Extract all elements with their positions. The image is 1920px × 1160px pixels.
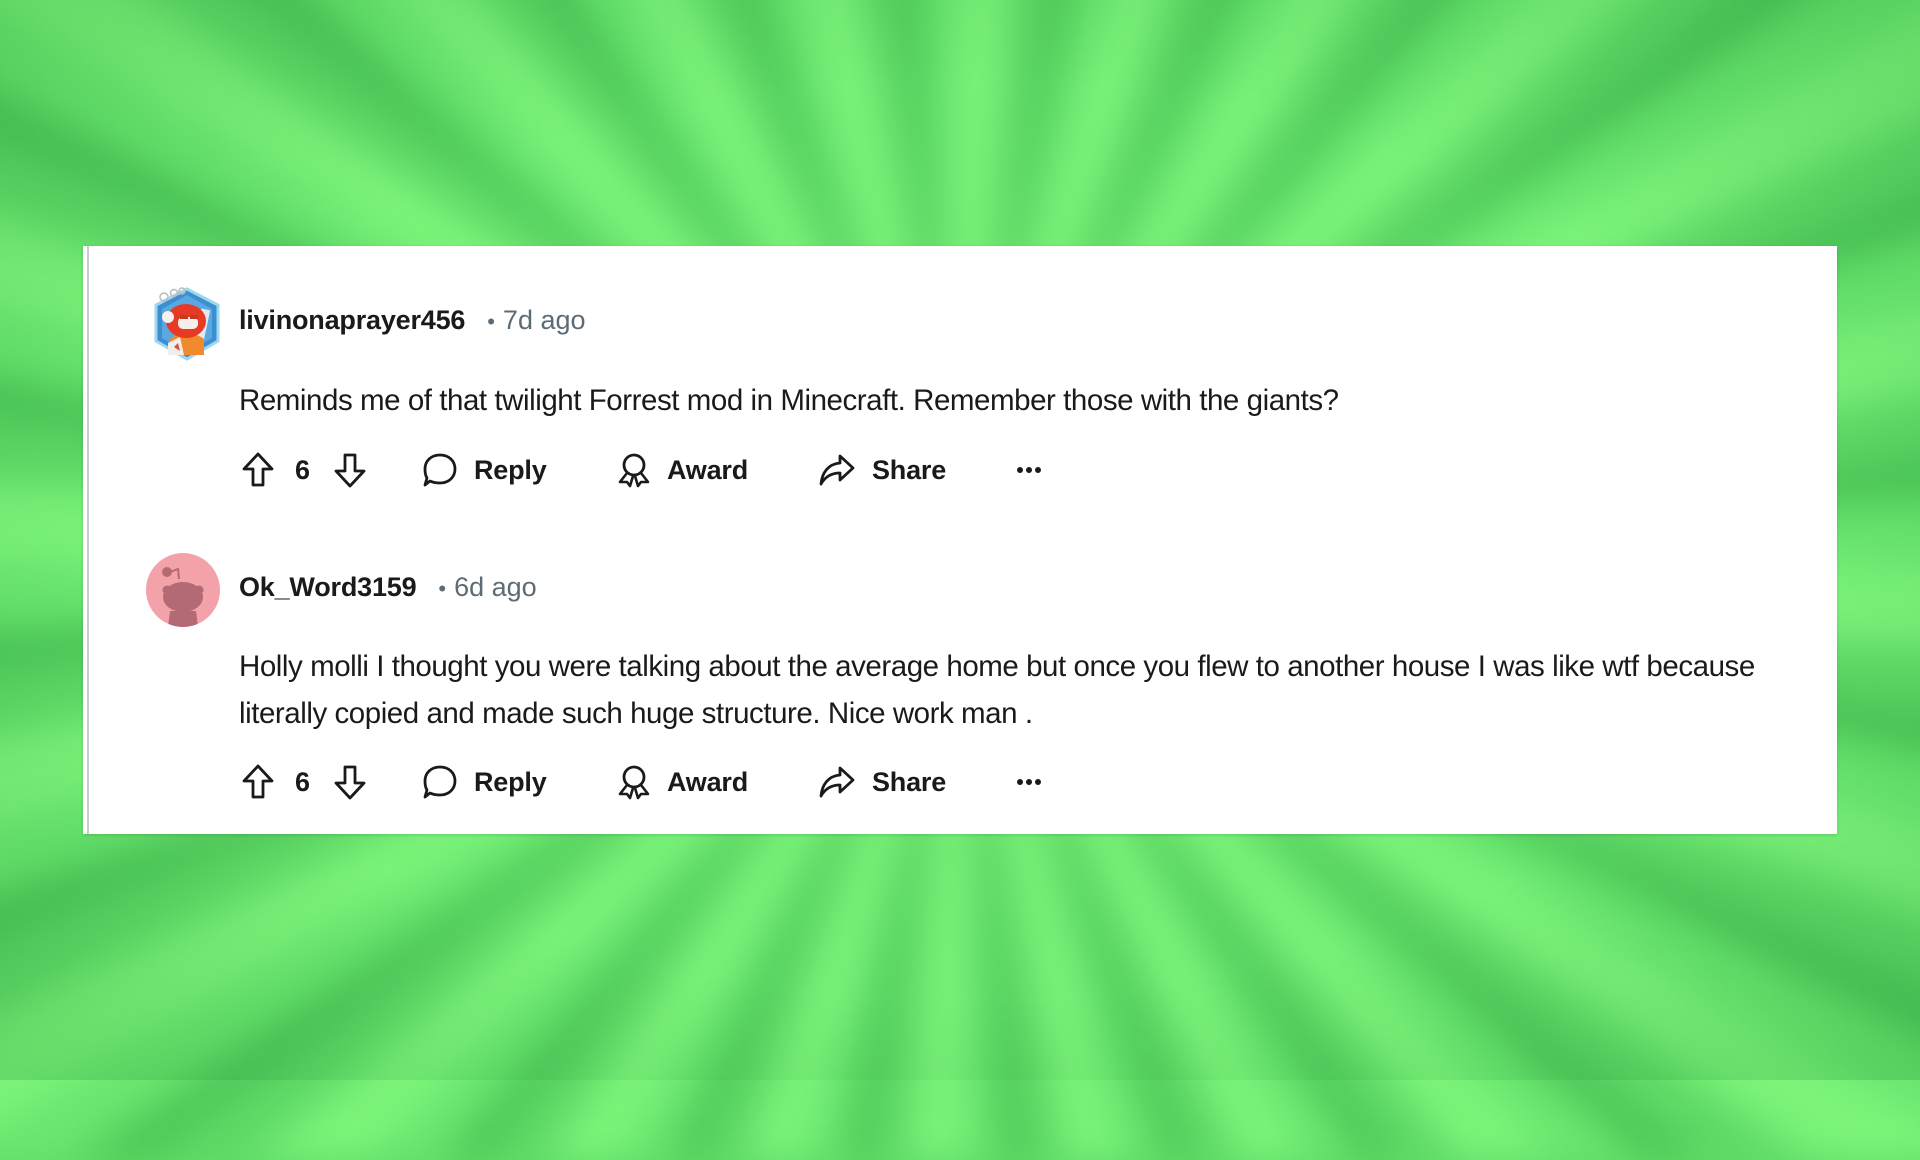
more-options-button[interactable] — [1016, 762, 1042, 802]
award-icon — [618, 765, 650, 800]
default-snoo-icon — [162, 567, 204, 627]
avatar[interactable] — [146, 553, 220, 627]
upvote-icon — [242, 452, 274, 487]
comments-card: livinonaprayer456 • 7d ago Reminds me of… — [83, 246, 1837, 834]
vote-count: 6 — [295, 766, 311, 797]
downvote-icon — [334, 765, 366, 800]
downvote-button[interactable] — [334, 762, 366, 802]
award-button[interactable]: Award — [617, 450, 748, 490]
username[interactable]: Ok_Word3159 — [239, 572, 417, 603]
share-button[interactable]: Share — [818, 450, 946, 490]
snoo-avatar-icon — [154, 287, 220, 361]
meta-separator: • — [438, 576, 447, 601]
more-dots-icon — [1017, 467, 1041, 473]
comment-body: Reminds me of that twilight Forrest mod … — [239, 384, 1339, 417]
more-options-button[interactable] — [1016, 450, 1042, 490]
timestamp[interactable]: 6d ago — [454, 572, 537, 603]
upvote-button[interactable] — [242, 762, 274, 802]
reply-button[interactable]: Reply — [422, 762, 547, 802]
award-label: Award — [667, 766, 749, 797]
comment-body: Holly molli I thought you were talking a… — [239, 650, 1755, 730]
upvote-button[interactable] — [242, 450, 274, 490]
comment-meta: livinonaprayer456 • 7d ago — [239, 305, 586, 336]
timestamp[interactable]: 7d ago — [503, 305, 586, 336]
vote-count: 6 — [295, 454, 311, 485]
share-label: Share — [872, 454, 947, 485]
share-label: Share — [872, 766, 947, 797]
share-button[interactable]: Share — [818, 762, 946, 802]
award-label: Award — [667, 454, 749, 485]
meta-separator: • — [487, 309, 495, 334]
award-icon — [618, 453, 650, 488]
more-dots-icon — [1017, 779, 1041, 785]
share-icon — [819, 766, 855, 798]
reply-label: Reply — [474, 454, 547, 485]
downvote-button[interactable] — [334, 450, 366, 490]
reply-label: Reply — [474, 766, 547, 797]
award-button[interactable]: Award — [617, 762, 748, 802]
downvote-icon — [334, 453, 366, 488]
avatar[interactable] — [150, 283, 224, 361]
comment-bubble-icon — [423, 453, 457, 487]
share-icon — [819, 454, 855, 486]
reply-button[interactable]: Reply — [422, 450, 547, 490]
comment-meta: Ok_Word3159 • 6d ago — [239, 572, 537, 603]
upvote-icon — [242, 764, 274, 799]
comment-bubble-icon — [423, 765, 457, 799]
username[interactable]: livinonaprayer456 — [239, 305, 465, 336]
